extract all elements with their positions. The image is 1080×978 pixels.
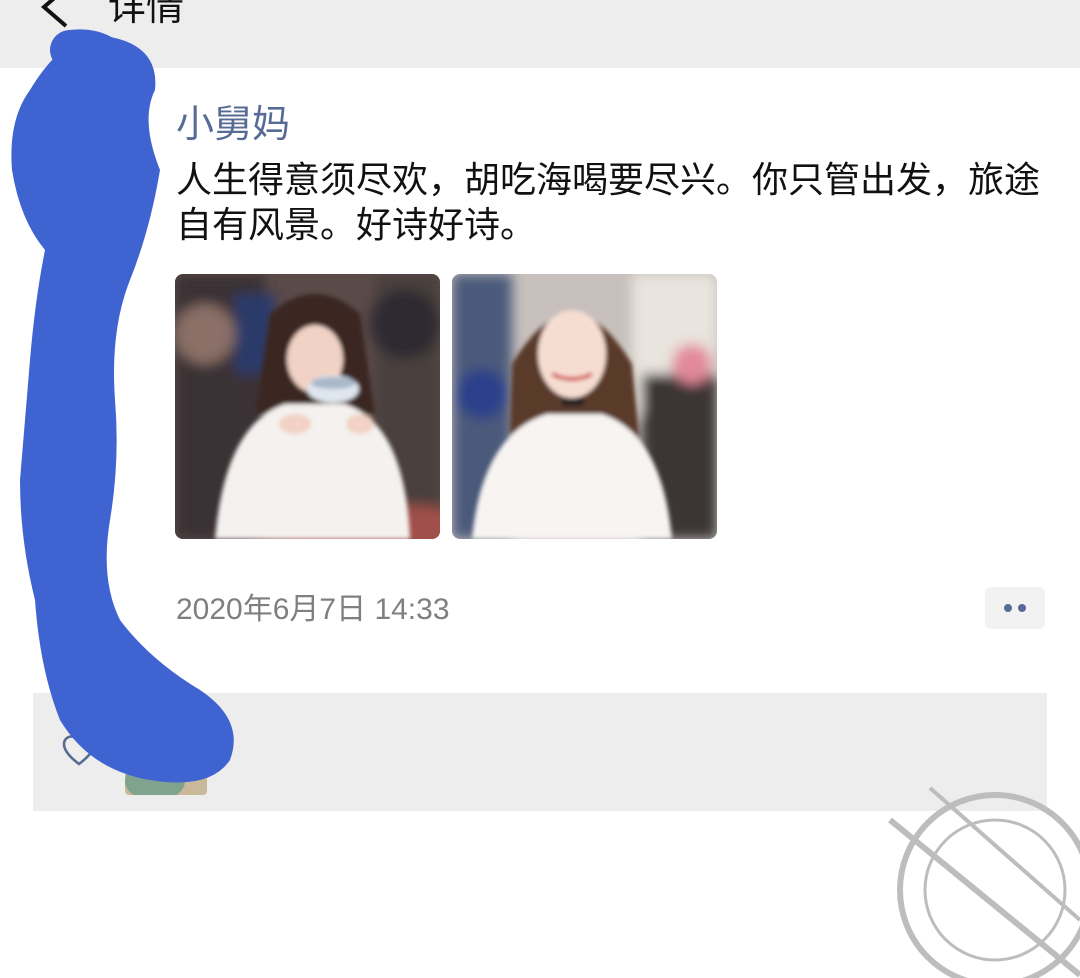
photo-girl-portrait bbox=[452, 274, 717, 539]
top-navbar: 详情 bbox=[0, 0, 1080, 68]
more-dots-icon bbox=[1004, 604, 1012, 612]
back-button[interactable] bbox=[30, 0, 80, 32]
author-name-link[interactable]: 小舅妈 bbox=[176, 100, 290, 148]
post-photo-2[interactable] bbox=[452, 274, 717, 539]
watermark-stamp bbox=[888, 786, 1080, 978]
post-timestamp: 2020年6月7日 14:33 bbox=[176, 593, 450, 626]
photo-girl-eating bbox=[175, 274, 440, 539]
heart-outline-icon bbox=[62, 735, 96, 766]
post-photo-1[interactable] bbox=[175, 274, 440, 539]
page-title: 详情 bbox=[108, 0, 185, 29]
moments-detail-page: 详情 小舅妈 人生得意须尽欢，胡吃海喝要尽兴。你只管出发，旅途自有风景。好诗好诗… bbox=[0, 0, 1080, 978]
post-text: 人生得意须尽欢，胡吃海喝要尽兴。你只管出发，旅途自有风景。好诗好诗。 bbox=[176, 160, 1041, 246]
liker-avatar[interactable] bbox=[125, 741, 207, 795]
chevron-left-icon bbox=[40, 0, 68, 28]
more-dots-icon bbox=[1018, 604, 1026, 612]
more-actions-button[interactable] bbox=[985, 587, 1045, 629]
